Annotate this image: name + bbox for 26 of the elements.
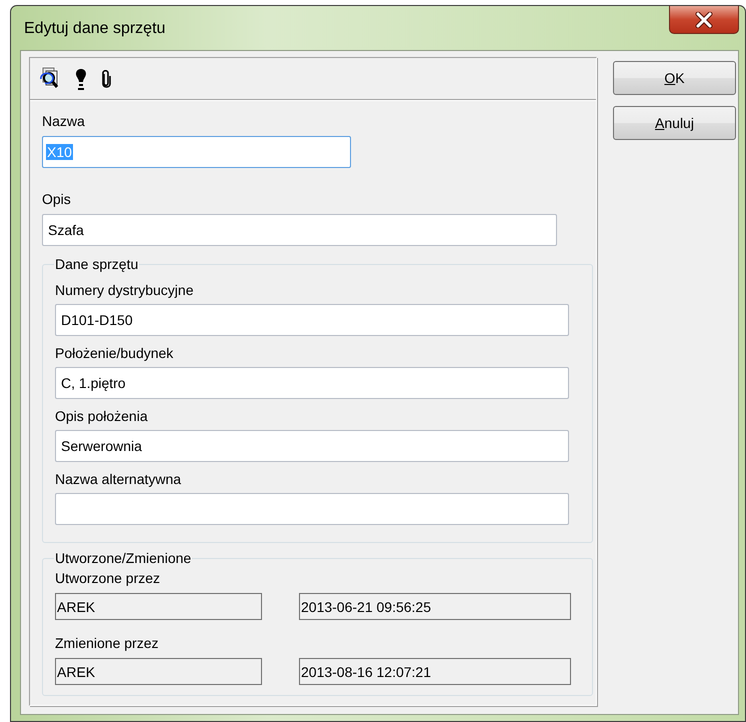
field-label: Opis xyxy=(42,190,72,209)
group-title: Utworzone/Zmienione xyxy=(54,550,192,566)
field-label: Położenie/budynek xyxy=(55,344,174,363)
readonly-field[interactable]: AREK xyxy=(55,658,262,685)
readonly-field[interactable]: AREK xyxy=(55,593,262,620)
text-field[interactable]: C, 1.piętro xyxy=(55,367,569,399)
dialog-button[interactable]: OK xyxy=(613,61,736,95)
window-title: Edytuj dane sprzętu xyxy=(23,19,166,38)
close-button[interactable] xyxy=(669,6,739,34)
field-label: Zmienione przez xyxy=(55,634,160,653)
field-label: Nazwa alternatywna xyxy=(55,470,182,489)
field-label: Utworzone przez xyxy=(55,569,162,588)
text-field[interactable] xyxy=(55,493,569,525)
text-field[interactable]: D101-D150 xyxy=(55,304,569,336)
readonly-field[interactable]: 2013-08-16 12:07:21 xyxy=(299,658,571,685)
group-title: Dane sprzętu xyxy=(54,256,140,272)
field-label: Nazwa xyxy=(42,112,86,131)
readonly-field[interactable]: 2013-06-21 09:56:25 xyxy=(299,593,571,620)
field-label: Numery dystrybucyjne xyxy=(55,281,194,300)
text-field[interactable]: Szafa xyxy=(42,214,557,246)
lightbulb-icon[interactable] xyxy=(74,66,88,90)
paperclip-icon[interactable] xyxy=(100,68,112,90)
close-icon xyxy=(695,12,713,28)
dialog-button[interactable]: Anuluj xyxy=(613,106,736,140)
text-field[interactable]: Serwerownia xyxy=(55,430,569,462)
field-label: Opis położenia xyxy=(55,407,149,426)
